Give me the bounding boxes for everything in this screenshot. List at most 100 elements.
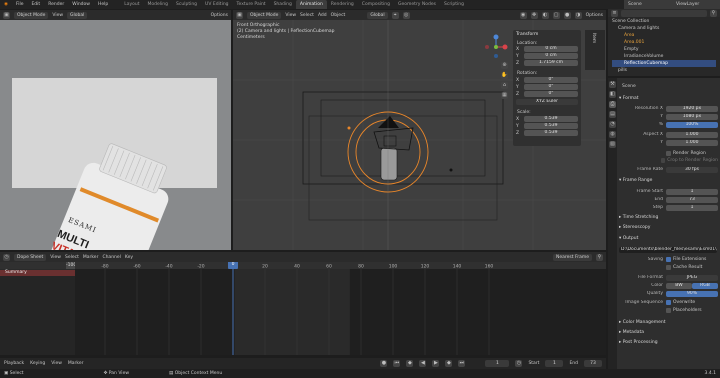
ds-select-menu[interactable]: Select: [65, 255, 79, 260]
end-frame-field[interactable]: 73: [584, 360, 602, 367]
dope-sheet[interactable]: -100 Summary -80-60-40-20020406080100120…: [0, 262, 606, 355]
clock-icon[interactable]: ◷: [515, 360, 523, 367]
tab-texture-paint[interactable]: Texture Paint: [233, 0, 270, 9]
object-tab-icon[interactable]: ▧: [609, 141, 616, 148]
options-menu[interactable]: Options: [586, 13, 603, 18]
jump-end-icon[interactable]: ⏭: [458, 360, 466, 367]
scale-x-field[interactable]: 0.539: [524, 116, 578, 122]
keying-menu[interactable]: Keying: [30, 361, 45, 366]
timeline-ruler[interactable]: -80 -60 -40 -20 0 20 40 60 80 100 120 140 160: [75, 262, 606, 355]
tab-geometry-nodes[interactable]: Geometry Nodes: [394, 0, 440, 9]
resolution-percent-field[interactable]: 100%: [666, 121, 718, 128]
cache-result-checkbox[interactable]: [666, 265, 671, 270]
frame-start-field[interactable]: 1: [666, 188, 718, 195]
ruler-bar[interactable]: [75, 262, 606, 269]
scene-selector[interactable]: Scene: [624, 0, 672, 9]
view-layer-tab-icon[interactable]: ▤: [609, 111, 616, 118]
left-global-dropdown[interactable]: Global: [67, 11, 88, 19]
add-menu[interactable]: Add: [318, 13, 327, 18]
output-path-field[interactable]: D:\Documents\blender_files\esami\Esm01\: [619, 246, 717, 253]
tab-compositing[interactable]: Compositing: [358, 0, 394, 9]
left-view-menu[interactable]: View: [52, 13, 63, 18]
snapping-dropdown[interactable]: Nearest Frame: [553, 253, 592, 261]
left-options-menu[interactable]: Options: [211, 13, 228, 18]
overwrite-checkbox[interactable]: [666, 300, 671, 305]
frame-end-field[interactable]: 73: [666, 196, 718, 203]
camera-view[interactable]: ESAMI MULTI VITAMIN: [0, 20, 231, 250]
file-format-dropdown[interactable]: JPEG: [666, 274, 718, 281]
outliner-item-camera-lights[interactable]: Camera and lights: [612, 25, 716, 32]
menu-edit[interactable]: Edit: [27, 0, 44, 9]
aspect-x-field[interactable]: 1.000: [666, 131, 718, 138]
output-section-header[interactable]: ▾ Output: [619, 235, 718, 243]
ds-view-menu[interactable]: View: [50, 255, 61, 260]
outliner-item-reflection[interactable]: ReflectionCubemap: [612, 60, 716, 67]
scale-z-field[interactable]: 0.539: [524, 130, 578, 136]
editor-type-icon[interactable]: ▣: [3, 11, 10, 19]
overlay-icon[interactable]: ◐: [541, 11, 549, 19]
time-stretching-section[interactable]: ▸ Time Stretching: [619, 214, 718, 222]
resolution-y-field[interactable]: 1080 px: [666, 113, 718, 120]
world-tab-icon[interactable]: ◍: [609, 131, 616, 138]
start-frame-field[interactable]: 1: [545, 360, 564, 367]
rotation-mode-dropdown[interactable]: XYZ Euler: [516, 99, 578, 105]
color-rgb-button[interactable]: RGB: [692, 282, 718, 289]
playback-menu[interactable]: Playback: [4, 361, 24, 366]
rotation-y-field[interactable]: 0°: [524, 84, 578, 90]
placeholders-checkbox[interactable]: [666, 308, 671, 313]
color-bw-button[interactable]: BW: [666, 282, 692, 289]
post-processing-section[interactable]: ▸ Post Processing: [619, 339, 718, 347]
location-y-field[interactable]: 0 cm: [524, 53, 578, 59]
menu-help[interactable]: Help: [94, 0, 112, 9]
render-tab-icon[interactable]: ◧: [609, 91, 616, 98]
tab-shading[interactable]: Shading: [270, 0, 296, 9]
tab-scripting[interactable]: Scripting: [440, 0, 468, 9]
frame-range-section-header[interactable]: ▾ Frame Range: [619, 177, 718, 185]
select-menu[interactable]: Select: [300, 13, 314, 18]
snap-icon[interactable]: ⌖: [391, 11, 399, 19]
outliner-item-empty[interactable]: Empty: [612, 46, 716, 53]
left-mode-dropdown[interactable]: Object Mode: [14, 11, 49, 19]
tab-uv-editing[interactable]: UV Editing: [201, 0, 232, 9]
current-frame-field[interactable]: 1: [485, 360, 510, 367]
location-z-field[interactable]: 1.7159 cm: [524, 60, 578, 66]
proportional-icon[interactable]: ◎: [402, 11, 410, 19]
rotation-z-field[interactable]: 0°: [524, 91, 578, 97]
crop-region-checkbox[interactable]: [660, 158, 666, 163]
camera-view-icon[interactable]: ⌂: [501, 82, 508, 89]
ortho-toggle-icon[interactable]: ▦: [501, 92, 508, 99]
frame-step-field[interactable]: 1: [666, 204, 718, 211]
tab-item[interactable]: Item: [585, 30, 602, 46]
rotation-x-field[interactable]: 0°: [524, 77, 578, 83]
prev-key-icon[interactable]: ◆: [406, 360, 414, 367]
shading-material-icon[interactable]: ◑: [574, 11, 582, 19]
editor-type-icon[interactable]: ◷: [3, 253, 10, 261]
output-tab-icon[interactable]: ⎙: [609, 101, 616, 108]
pb-view-menu[interactable]: View: [51, 361, 62, 366]
pb-marker-menu[interactable]: Marker: [68, 361, 84, 366]
render-region-checkbox[interactable]: [666, 151, 671, 156]
menu-render[interactable]: Render: [44, 0, 68, 9]
filter-icon[interactable]: ⚲: [710, 9, 717, 17]
blender-logo-icon[interactable]: ◉: [0, 0, 12, 9]
gizmo-icon[interactable]: ✥: [530, 11, 538, 19]
location-x-field[interactable]: 0 cm: [524, 46, 578, 52]
shading-solid-icon[interactable]: ●: [563, 11, 571, 19]
zoom-icon[interactable]: ⊕: [501, 62, 508, 69]
view-menu[interactable]: View: [285, 13, 296, 18]
navigation-gizmo[interactable]: [483, 34, 509, 60]
next-key-icon[interactable]: ◆: [445, 360, 453, 367]
current-frame-indicator[interactable]: 0: [228, 262, 238, 269]
metadata-section[interactable]: ▸ Metadata: [619, 329, 718, 337]
color-management-section[interactable]: ▸ Color Management: [619, 319, 718, 327]
scale-y-field[interactable]: 0.539: [524, 123, 578, 129]
outliner-item-pills[interactable]: pills: [612, 67, 716, 74]
visibility-icon[interactable]: ◉: [519, 11, 527, 19]
jump-start-icon[interactable]: ⏮: [393, 360, 401, 367]
ds-key-menu[interactable]: Key: [125, 255, 133, 260]
play-reverse-icon[interactable]: ◀: [419, 360, 427, 367]
auto-key-icon[interactable]: ●: [380, 360, 388, 367]
tab-animation[interactable]: Animation: [295, 0, 327, 9]
editor-type-icon[interactable]: ▣: [236, 11, 243, 19]
dope-sheet-mode-dropdown[interactable]: Dope Sheet: [14, 253, 47, 261]
